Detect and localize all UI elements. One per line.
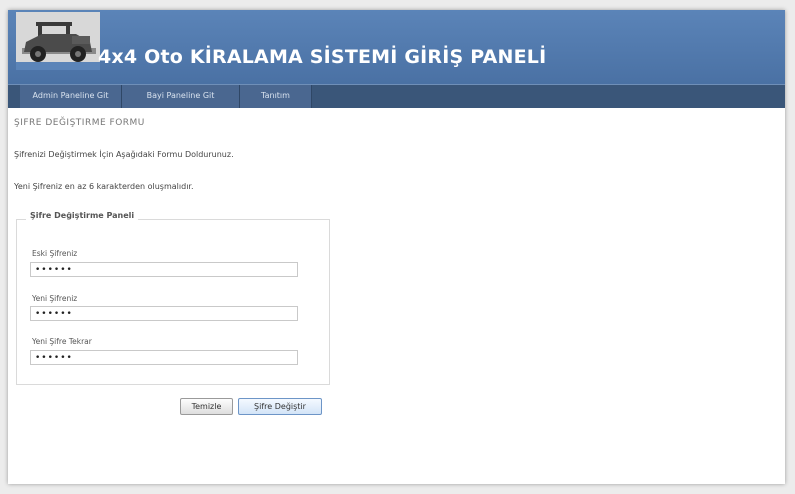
confirm-password-input[interactable] xyxy=(30,350,298,365)
old-password-label: Eski Şifreniz xyxy=(32,249,78,258)
nav-item-dealer-panel[interactable]: Bayi Paneline Git xyxy=(122,85,240,108)
panel-legend: Şifre Değiştirme Paneli xyxy=(26,211,139,220)
site-title: 4x4 Oto KİRALAMA SİSTEMİ GİRİŞ PANELİ xyxy=(98,46,547,68)
nav-bar: Admin Paneline Git Bayi Paneline Git Tan… xyxy=(8,84,785,108)
new-password-input[interactable] xyxy=(30,306,298,321)
jeep-logo-icon xyxy=(16,12,100,70)
nav-item-intro[interactable]: Tanıtım xyxy=(240,85,312,108)
old-password-input[interactable] xyxy=(30,262,298,277)
nav-item-admin-panel[interactable]: Admin Paneline Git xyxy=(20,85,122,108)
site-header: 4x4 Oto KİRALAMA SİSTEMİ GİRİŞ PANELİ xyxy=(8,10,785,84)
page-title: Şifre Değiştirme Formu xyxy=(14,118,145,128)
reset-button[interactable]: Temizle xyxy=(180,398,233,415)
info-text-password-rule: Yeni Şifreniz en az 6 karakterden oluşma… xyxy=(14,182,194,191)
new-password-label: Yeni Şifreniz xyxy=(32,294,78,303)
info-text-instructions: Şifrenizi Değiştirmek İçin Aşağıdaki For… xyxy=(14,150,234,159)
confirm-password-label: Yeni Şifre Tekrar xyxy=(32,337,92,346)
change-password-button[interactable]: Şifre Değiştir xyxy=(238,398,322,415)
